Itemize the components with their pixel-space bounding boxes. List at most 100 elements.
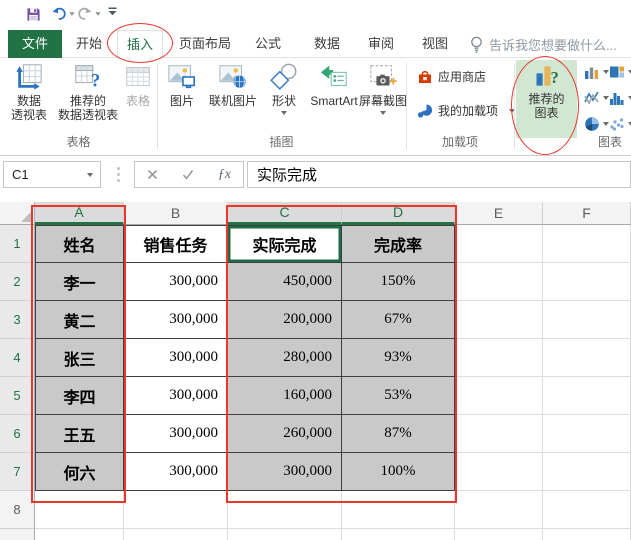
row-header-9[interactable]: 9 xyxy=(0,529,35,540)
row-header-5[interactable]: 5 xyxy=(0,377,35,415)
cell-A6[interactable]: 王五 xyxy=(35,415,124,453)
cell-C7[interactable]: 300,000 xyxy=(228,453,342,491)
cell-E9[interactable] xyxy=(455,529,543,540)
cell-A8[interactable] xyxy=(35,491,124,529)
cell-B3[interactable]: 300,000 xyxy=(124,301,228,339)
cell-F2[interactable] xyxy=(543,263,631,301)
cell-D8[interactable] xyxy=(342,491,455,529)
insert-function-icon[interactable]: ƒx xyxy=(218,167,231,183)
cell-B4[interactable]: 300,000 xyxy=(124,339,228,377)
cell-F3[interactable] xyxy=(543,301,631,339)
cell-C9[interactable] xyxy=(228,529,342,540)
cell-A7[interactable]: 何六 xyxy=(35,453,124,491)
cancel-icon[interactable] xyxy=(147,169,158,180)
cell-D4[interactable]: 93% xyxy=(342,339,455,377)
cell-D1[interactable]: 完成率 xyxy=(342,225,455,263)
tell-me-box[interactable]: 告诉我您想要做什么... xyxy=(470,30,617,58)
cell-B9[interactable] xyxy=(124,529,228,540)
store-button[interactable]: 应用商店 xyxy=(417,68,486,85)
undo-button[interactable] xyxy=(51,7,75,21)
cell-F6[interactable] xyxy=(543,415,631,453)
cell-D6[interactable]: 87% xyxy=(342,415,455,453)
cell-E2[interactable] xyxy=(455,263,543,301)
cell-E4[interactable] xyxy=(455,339,543,377)
cell-F1[interactable] xyxy=(543,225,631,263)
column-header-E[interactable]: E xyxy=(455,202,543,225)
formula-input[interactable]: 实际完成 xyxy=(247,161,631,188)
screenshot-dropdown-icon[interactable] xyxy=(380,111,386,115)
row-header-2[interactable]: 2 xyxy=(0,263,35,301)
histogram-chart-button[interactable] xyxy=(609,90,631,106)
cell-C5[interactable]: 160,000 xyxy=(228,377,342,415)
cell-D5[interactable]: 53% xyxy=(342,377,455,415)
cell-E3[interactable] xyxy=(455,301,543,339)
recommended-charts-button[interactable]: ? 推荐的 图表 xyxy=(516,60,577,138)
tab-file[interactable]: 文件 xyxy=(8,30,62,58)
cell-B1[interactable]: 销售任务 xyxy=(124,225,228,263)
cell-C3[interactable]: 200,000 xyxy=(228,301,342,339)
tab-data[interactable]: 数据 xyxy=(308,30,346,58)
cell-C2[interactable]: 450,000 xyxy=(228,263,342,301)
row-header-1[interactable]: 1 xyxy=(0,225,35,263)
line-chart-button[interactable] xyxy=(584,90,609,106)
redo-dropdown-icon[interactable] xyxy=(95,12,101,16)
select-all-corner[interactable] xyxy=(0,202,35,225)
tab-page-layout[interactable]: 页面布局 xyxy=(172,30,238,58)
customize-quick-access-button[interactable] xyxy=(108,7,117,16)
cell-D3[interactable]: 67% xyxy=(342,301,455,339)
pivottable-button[interactable]: 数据 透视表 xyxy=(2,62,56,122)
cell-E1[interactable] xyxy=(455,225,543,263)
save-button[interactable] xyxy=(26,7,41,22)
cell-C8[interactable] xyxy=(228,491,342,529)
name-box-dropdown-icon[interactable] xyxy=(87,172,93,177)
tab-home[interactable]: 开始 xyxy=(70,30,108,58)
screenshot-button[interactable]: 屏幕截图 xyxy=(359,62,407,115)
cell-F4[interactable] xyxy=(543,339,631,377)
shapes-dropdown-icon[interactable] xyxy=(281,111,287,115)
recommended-pivottables-button[interactable]: ? 推荐的 数据透视表 xyxy=(56,62,120,122)
smartart-button[interactable]: SmartArt xyxy=(306,62,362,108)
row-header-6[interactable]: 6 xyxy=(0,415,35,453)
treemap-chart-button[interactable] xyxy=(609,64,631,80)
online-pictures-button[interactable]: 联机图片 xyxy=(203,62,263,108)
column-header-D[interactable]: D xyxy=(342,202,455,225)
redo-button[interactable] xyxy=(77,7,101,21)
row-header-3[interactable]: 3 xyxy=(0,301,35,339)
cell-E6[interactable] xyxy=(455,415,543,453)
cell-E5[interactable] xyxy=(455,377,543,415)
tab-review[interactable]: 审阅 xyxy=(362,30,400,58)
cell-B7[interactable]: 300,000 xyxy=(124,453,228,491)
cell-F7[interactable] xyxy=(543,453,631,491)
column-chart-button[interactable] xyxy=(584,64,609,80)
row-header-8[interactable]: 8 xyxy=(0,491,35,529)
cell-A5[interactable]: 李四 xyxy=(35,377,124,415)
cell-D7[interactable]: 100% xyxy=(342,453,455,491)
pie-chart-button[interactable] xyxy=(584,116,609,132)
cell-A2[interactable]: 李一 xyxy=(35,263,124,301)
tab-insert[interactable]: 插入 xyxy=(117,30,163,59)
cell-B5[interactable]: 300,000 xyxy=(124,377,228,415)
cell-E7[interactable] xyxy=(455,453,543,491)
pictures-button[interactable]: 图片 xyxy=(162,62,202,108)
cell-C4[interactable]: 280,000 xyxy=(228,339,342,377)
cell-D2[interactable]: 150% xyxy=(342,263,455,301)
cell-A4[interactable]: 张三 xyxy=(35,339,124,377)
name-box[interactable]: C1 xyxy=(3,161,101,188)
cell-A3[interactable]: 黄二 xyxy=(35,301,124,339)
cell-B2[interactable]: 300,000 xyxy=(124,263,228,301)
formula-bar-splitter[interactable] xyxy=(117,173,120,176)
cell-F9[interactable] xyxy=(543,529,631,540)
my-addins-button[interactable]: 我的加载项 xyxy=(417,102,516,119)
column-header-F[interactable]: F xyxy=(543,202,631,225)
shapes-button[interactable]: 形状 xyxy=(264,62,304,115)
undo-dropdown-icon[interactable] xyxy=(69,12,75,16)
cell-E8[interactable] xyxy=(455,491,543,529)
cell-A9[interactable] xyxy=(35,529,124,540)
cell-F5[interactable] xyxy=(543,377,631,415)
tab-view[interactable]: 视图 xyxy=(416,30,454,58)
cell-B8[interactable] xyxy=(124,491,228,529)
column-header-C[interactable]: C xyxy=(228,202,342,225)
row-header-7[interactable]: 7 xyxy=(0,453,35,491)
cell-C1-active[interactable]: 实际完成 xyxy=(228,225,342,263)
cell-D9[interactable] xyxy=(342,529,455,540)
